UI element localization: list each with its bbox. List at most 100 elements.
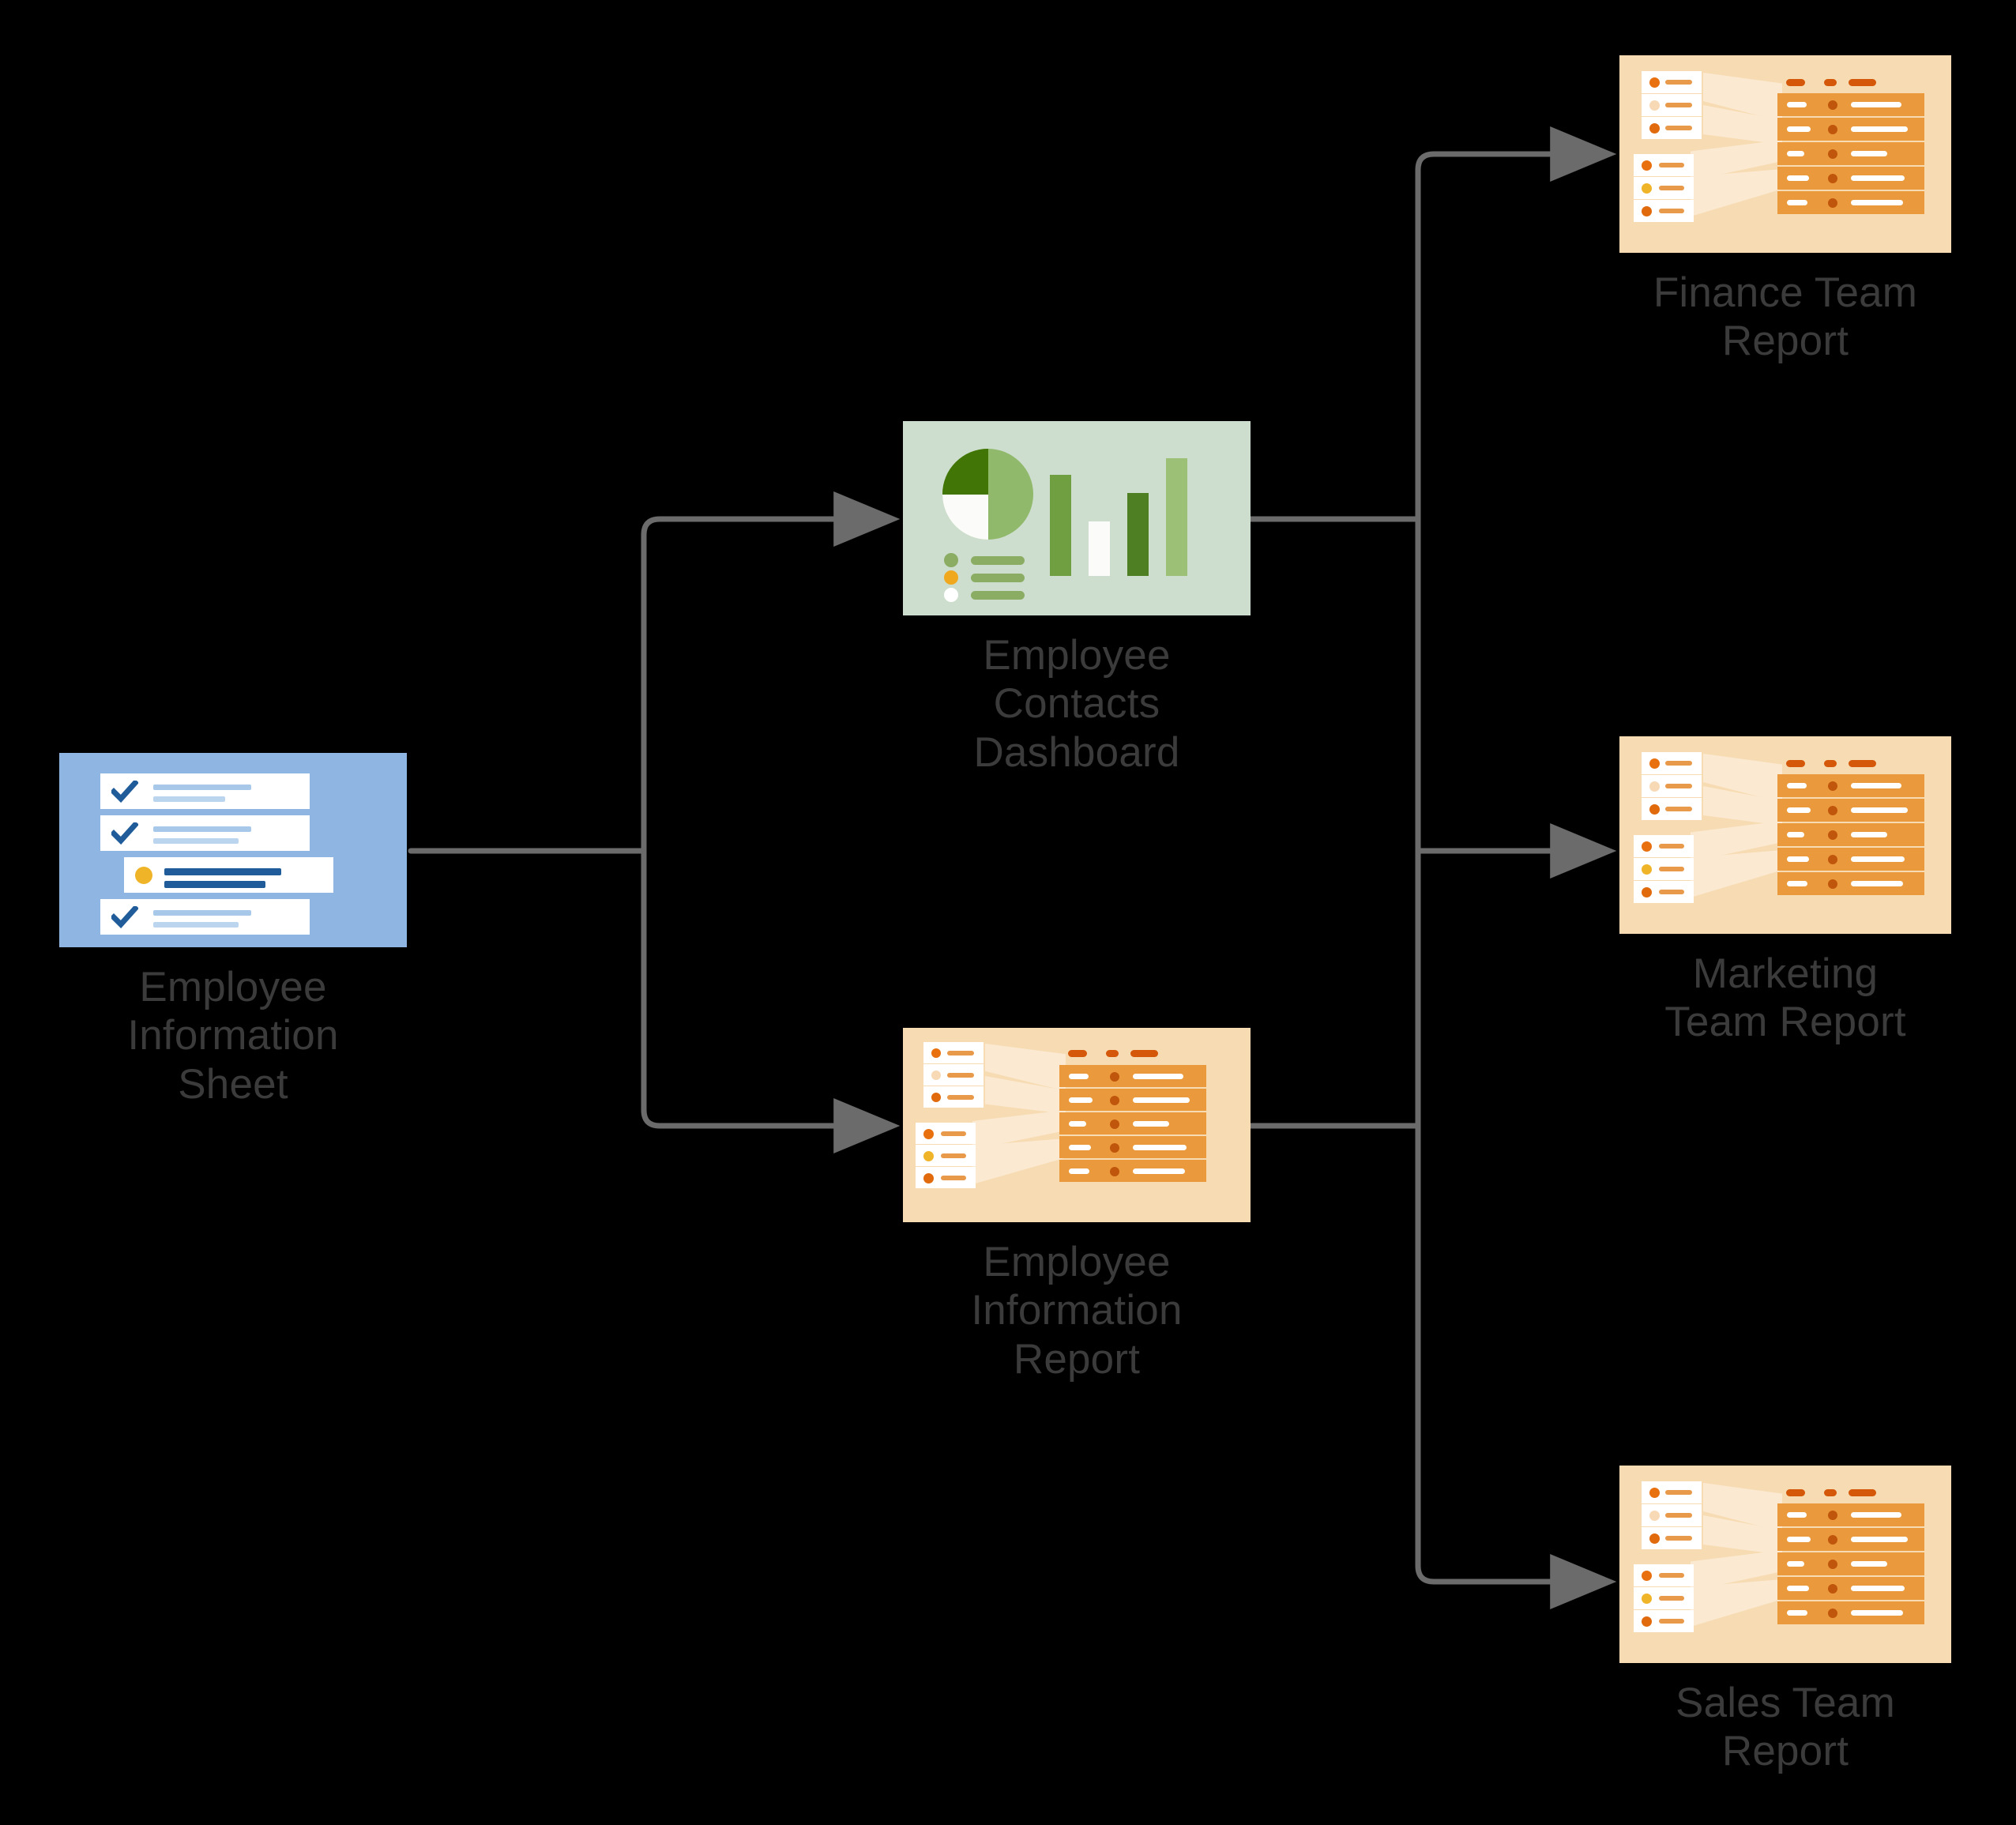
card-line <box>1659 209 1684 213</box>
node-label: Marketing Team Report <box>1664 950 1906 1046</box>
table-cell <box>1787 856 1809 862</box>
sheet-text-line <box>153 826 251 832</box>
card-dot-icon <box>1642 183 1652 194</box>
table-row-dot-icon <box>1828 174 1837 183</box>
card-line <box>1659 890 1684 894</box>
edge-trunk-to-sales <box>1415 1554 1617 1609</box>
table-cell <box>1787 1610 1807 1616</box>
table-cell <box>1133 1121 1169 1127</box>
sheet-text-line <box>153 785 251 790</box>
table-header-dash <box>1849 79 1876 86</box>
checkmark-icon <box>111 822 138 845</box>
table-header-dash <box>1786 1489 1805 1496</box>
diagram-canvas: Employee Information Sheet Employee Cont… <box>0 0 2016 1825</box>
node-label: Employee Contacts Dashboard <box>973 632 1180 776</box>
sheet-text-line <box>153 838 239 844</box>
table-header-dash <box>1824 1489 1837 1496</box>
table-row-dot-icon <box>1828 1609 1837 1618</box>
card-dot-icon <box>931 1048 941 1058</box>
table-header-dash <box>1068 1050 1087 1057</box>
card-dot-icon <box>1649 123 1660 134</box>
edge-trunk-to-finance <box>1415 126 1617 182</box>
table-cell <box>1787 175 1809 181</box>
card-dot-icon <box>1649 77 1660 88</box>
card-dot-icon <box>1649 1533 1660 1544</box>
card-line <box>1665 1513 1692 1518</box>
table-row-dot-icon <box>1110 1072 1119 1082</box>
table-cell <box>1851 856 1905 862</box>
card-line <box>1659 1596 1684 1601</box>
table-cell <box>1133 1145 1187 1150</box>
card-line <box>1665 1536 1692 1541</box>
table-row-dot-icon <box>1828 100 1837 110</box>
card-dot-icon <box>1642 887 1652 897</box>
table-cell <box>1851 1610 1903 1616</box>
table-row-dot-icon <box>1828 830 1837 840</box>
legend-dot-green <box>944 553 958 567</box>
card-line <box>1665 784 1692 788</box>
table-cell <box>1787 151 1804 156</box>
table-cell <box>1069 1121 1086 1127</box>
card-line <box>941 1153 966 1158</box>
node-label: Finance Team Report <box>1653 269 1918 365</box>
node-label: Employee Information Report <box>971 1239 1183 1383</box>
checklist-sheet-icon <box>59 753 407 947</box>
card-dot-icon <box>1642 1571 1652 1581</box>
table-header-dash <box>1824 760 1837 767</box>
pie-slice-white <box>942 494 988 540</box>
node-sales-team-report[interactable]: Sales Team Report <box>1619 1466 1951 1776</box>
table-row-dot-icon <box>1110 1143 1119 1153</box>
table-cell <box>1851 783 1901 788</box>
table-cell <box>1851 807 1908 813</box>
sheet-text-line <box>153 910 251 916</box>
card-line <box>1659 1619 1684 1624</box>
card-dot-icon <box>1642 1616 1652 1627</box>
card-dot-icon <box>1649 758 1660 769</box>
edge-sheet-to-dashboard <box>641 491 901 854</box>
card-dot-icon <box>1642 206 1652 216</box>
card-dot-icon <box>1649 1511 1660 1521</box>
node-employee-information-sheet[interactable]: Employee Information Sheet <box>59 753 407 1108</box>
card-dot-icon <box>1642 864 1652 875</box>
data-table-report-icon <box>1619 55 1951 253</box>
card-dot-icon <box>1649 804 1660 815</box>
legend-line <box>971 574 1025 582</box>
table-row-dot-icon <box>1828 879 1837 889</box>
card-line <box>1665 126 1692 130</box>
table-cell <box>1787 783 1807 788</box>
card-dot-icon <box>1649 1488 1660 1498</box>
card-dot-icon <box>1642 160 1652 171</box>
table-cell <box>1851 175 1905 181</box>
bar-4 <box>1166 458 1187 576</box>
table-row-dot-icon <box>1828 149 1837 159</box>
bar-3 <box>1127 493 1149 576</box>
card-dot-icon <box>923 1151 934 1161</box>
sheet-text-line <box>153 796 225 802</box>
table-cell <box>1069 1097 1093 1103</box>
checkmark-icon <box>111 906 138 928</box>
card-dot-icon <box>1642 1594 1652 1604</box>
node-employee-contacts-dashboard[interactable]: Employee Contacts Dashboard <box>903 421 1251 777</box>
table-cell <box>1787 1586 1809 1591</box>
card-dot-icon <box>1642 841 1652 852</box>
connector-wedge <box>1691 850 1782 897</box>
table-row-dot-icon <box>1828 1584 1837 1594</box>
connector-wedge <box>1691 169 1782 216</box>
edge-sheet-to-report <box>641 848 901 1153</box>
card-dot-icon <box>931 1093 941 1102</box>
table-row-dot-icon <box>1828 1511 1837 1520</box>
sheet-text-line <box>164 868 281 875</box>
legend-line <box>971 591 1025 600</box>
node-finance-team-report[interactable]: Finance Team Report <box>1619 55 1951 366</box>
card-line <box>1659 1573 1684 1578</box>
table-row-dot-icon <box>1110 1096 1119 1105</box>
card-line <box>1665 103 1692 107</box>
table-cell <box>1787 1537 1811 1542</box>
node-employee-information-report[interactable]: Employee Information Report <box>903 1028 1251 1383</box>
card-dot-icon <box>1649 781 1660 792</box>
node-marketing-team-report[interactable]: Marketing Team Report <box>1619 736 1951 1047</box>
connector-wedge <box>972 1138 1066 1184</box>
table-cell <box>1787 1561 1804 1567</box>
table-cell <box>1069 1074 1089 1079</box>
data-table-report-icon <box>1619 1466 1951 1663</box>
